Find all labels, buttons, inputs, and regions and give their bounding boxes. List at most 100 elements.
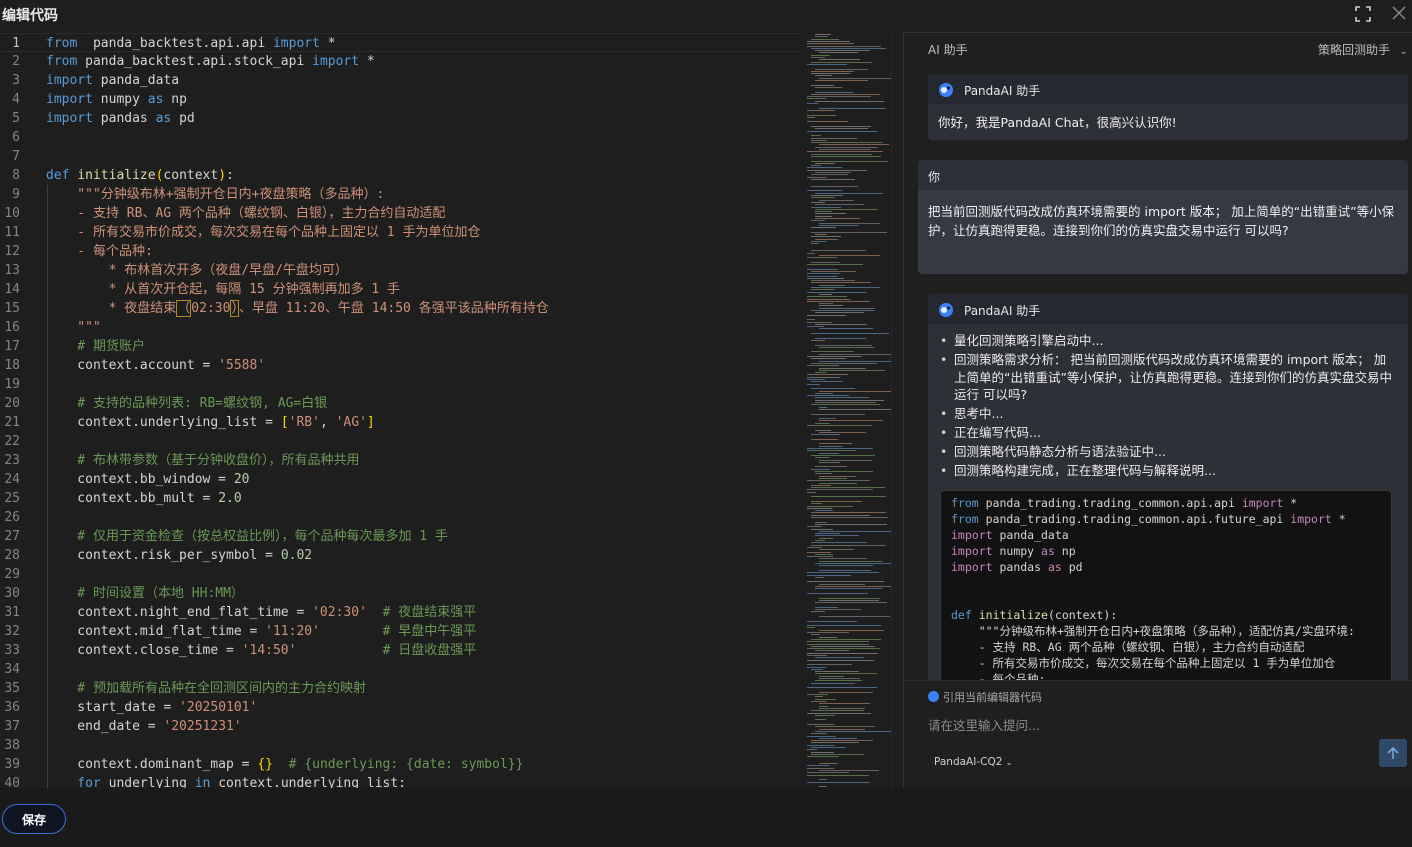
code-line[interactable]: 15 * 夜盘结束（02:30）、早盘 11:20、午盘 14:50 各强平该品… — [0, 299, 800, 318]
minimap-line — [811, 487, 885, 489]
minimap-line — [807, 45, 881, 47]
minimap-line — [815, 471, 873, 472]
close-icon[interactable] — [1390, 6, 1408, 24]
minimap-line — [807, 781, 870, 783]
code-line[interactable]: 19 — [0, 375, 800, 394]
code-line[interactable]: 9 """分钟级布林+强制开仓日内+夜盘策略（多品种）: — [0, 185, 800, 204]
code-line[interactable]: 38 — [0, 736, 800, 755]
minimap-line — [811, 333, 889, 334]
code-line[interactable]: 25 context.bb_mult = 2.0 — [0, 489, 800, 508]
code-editor[interactable]: 1 from panda_backtest.api.api import * 2 fr… — [0, 32, 903, 788]
model-select[interactable]: PandaAI-CQ2 ⌄ — [934, 756, 1012, 768]
line-number: 31 — [4, 605, 20, 620]
expand-icon[interactable] — [1354, 6, 1372, 24]
editor-scrollbar[interactable] — [891, 32, 903, 788]
minimap-line — [807, 507, 833, 509]
code-line[interactable]: 34 — [0, 660, 800, 679]
line-number: 21 — [4, 415, 20, 430]
minimap-line — [811, 139, 828, 141]
minimap-line — [819, 737, 857, 739]
chat-composer: 引用当前编辑器代码 PandaAI-CQ2 ⌄ — [904, 680, 1412, 788]
progress-step: 回测策略构建完成，正在整理代码与解释说明... — [940, 462, 1396, 480]
minimap-line — [815, 215, 832, 217]
minimap-line — [807, 169, 867, 171]
code-line[interactable]: 23 # 布林带参数（基于分钟收盘价），所有品种共用 — [0, 451, 800, 470]
minimap-line — [807, 298, 850, 300]
code-line[interactable]: 40 for underlying in context.underlying_… — [0, 774, 800, 788]
code-line[interactable]: 33 context.close_time = '14:50' # 日盘收盘强平 — [0, 641, 800, 660]
code-line[interactable]: 7 — [0, 147, 800, 166]
code-line[interactable]: 8 def initialize(context): — [0, 166, 800, 185]
code-line[interactable]: 30 # 时间设置（本地 HH:MM） — [0, 584, 800, 603]
minimap-line — [811, 178, 855, 180]
minimap-line — [811, 195, 844, 196]
code-line[interactable]: 4 import numpy as np — [0, 90, 800, 109]
reference-editor-label[interactable]: 引用当前编辑器代码 — [943, 689, 1042, 705]
minimap-line — [815, 312, 865, 314]
chat-input[interactable] — [928, 713, 1398, 737]
code-line[interactable]: 22 — [0, 432, 800, 451]
minimap-line — [807, 264, 863, 265]
code-line[interactable]: 18 context.account = '5588' — [0, 356, 800, 375]
save-button[interactable]: 保存 — [2, 804, 66, 834]
minimap-line — [815, 100, 884, 102]
code-line[interactable]: 17 # 期货账户 — [0, 337, 800, 356]
minimap[interactable] — [805, 32, 903, 788]
user-message-text: 把当前回测版代码改成仿真环境需要的 import 版本； 加上简单的“出错重试”… — [928, 204, 1395, 238]
code-line[interactable]: 35 # 预加载所有品种在全回测区间内的主力合约映射 — [0, 679, 800, 698]
code-line[interactable]: 14 * 从首次开仓起，每隔 15 分钟强制再加多 1 手 — [0, 280, 800, 299]
code-line[interactable]: 13 * 布林首次开多（夜盘/早盘/午盘均可） — [0, 261, 800, 280]
code-line[interactable]: 10 - 支持 RB、AG 两个品种（螺纹钢、白银），主力合约自动适配 — [0, 204, 800, 223]
code-line[interactable]: 1 from panda_backtest.api.api import * — [0, 33, 800, 52]
indent-guide — [47, 565, 48, 584]
minimap-line — [807, 275, 839, 277]
minimap-line — [807, 321, 832, 323]
code-line[interactable]: 37 end_date = '20251231' — [0, 717, 800, 736]
assistant-mode-select[interactable]: 策略回测助手 ⌄ — [1318, 41, 1407, 58]
minimap-line — [819, 703, 871, 705]
code-line[interactable]: 6 — [0, 128, 800, 147]
minimap-line — [811, 126, 871, 127]
code-line[interactable]: 11 - 所有交易市价成交，每次交易在每个品种上固定以 1 手为单位加仓 — [0, 223, 800, 242]
code-line[interactable]: 2 from panda_backtest.api.stock_api impor… — [0, 52, 800, 71]
code-area[interactable]: 1 from panda_backtest.api.api import * 2 fr… — [0, 32, 800, 788]
code-line[interactable]: 5 import pandas as pd — [0, 109, 800, 128]
minimap-line — [811, 135, 822, 137]
code-line[interactable]: 12 - 每个品种: — [0, 242, 800, 261]
code-line[interactable]: 28 context.risk_per_symbol = 0.02 — [0, 546, 800, 565]
minimap-line — [811, 496, 886, 498]
minimap-line — [807, 190, 843, 192]
code-line[interactable]: 3 import panda_data — [0, 71, 800, 90]
reference-editor-checkbox[interactable] — [928, 691, 939, 702]
code-text: context.mid_flat_time = '11:20' # 早盘中午强平 — [46, 624, 477, 639]
minimap-line — [815, 162, 835, 164]
minimap-line — [819, 786, 828, 788]
generated-code-line: """分钟级布林+强制开仓日内+夜盘策略（多品种），适配仿真/实盘环境: — [951, 624, 1355, 638]
minimap-line — [811, 84, 835, 86]
minimap-line — [811, 438, 838, 440]
minimap-line — [811, 362, 877, 364]
send-button[interactable] — [1379, 739, 1407, 767]
code-line[interactable]: 31 context.night_end_flat_time = '02:30'… — [0, 603, 800, 622]
code-line[interactable]: 21 context.underlying_list = ['RB', 'AG'… — [0, 413, 800, 432]
code-line[interactable]: 26 — [0, 508, 800, 527]
code-text: * 从首次开仓起，每隔 15 分钟强制再加多 1 手 — [46, 282, 401, 297]
generated-code-block[interactable]: from panda_trading.trading_common.api.ap… — [940, 490, 1392, 680]
minimap-line — [819, 431, 866, 433]
minimap-line — [807, 109, 835, 111]
minimap-line — [811, 484, 832, 486]
code-text: import numpy as np — [46, 92, 187, 107]
generated-code-line: - 每个品种: — [951, 672, 1046, 680]
code-line[interactable]: 24 context.bb_window = 20 — [0, 470, 800, 489]
code-line[interactable]: 36 start_date = '20250101' — [0, 698, 800, 717]
code-line[interactable]: 29 — [0, 565, 800, 584]
code-line[interactable]: 39 context.dominant_map = {} # {underlyi… — [0, 755, 800, 774]
minimap-line — [807, 749, 818, 751]
minimap-line — [819, 537, 834, 539]
code-line[interactable]: 32 context.mid_flat_time = '11:20' # 早盘中… — [0, 622, 800, 641]
chat-messages[interactable]: PandaAI 助手 你好，我是PandaAI Chat，很高兴认识你! 你 把… — [904, 62, 1412, 680]
code-line[interactable]: 27 # 仅用于资金检查（按总权益比例），每个品种每次最多加 1 手 — [0, 527, 800, 546]
minimap-line — [815, 657, 865, 659]
code-line[interactable]: 20 # 支持的品种列表: RB=螺纹钢, AG=白银 — [0, 394, 800, 413]
code-line[interactable]: 16 """ — [0, 318, 800, 337]
